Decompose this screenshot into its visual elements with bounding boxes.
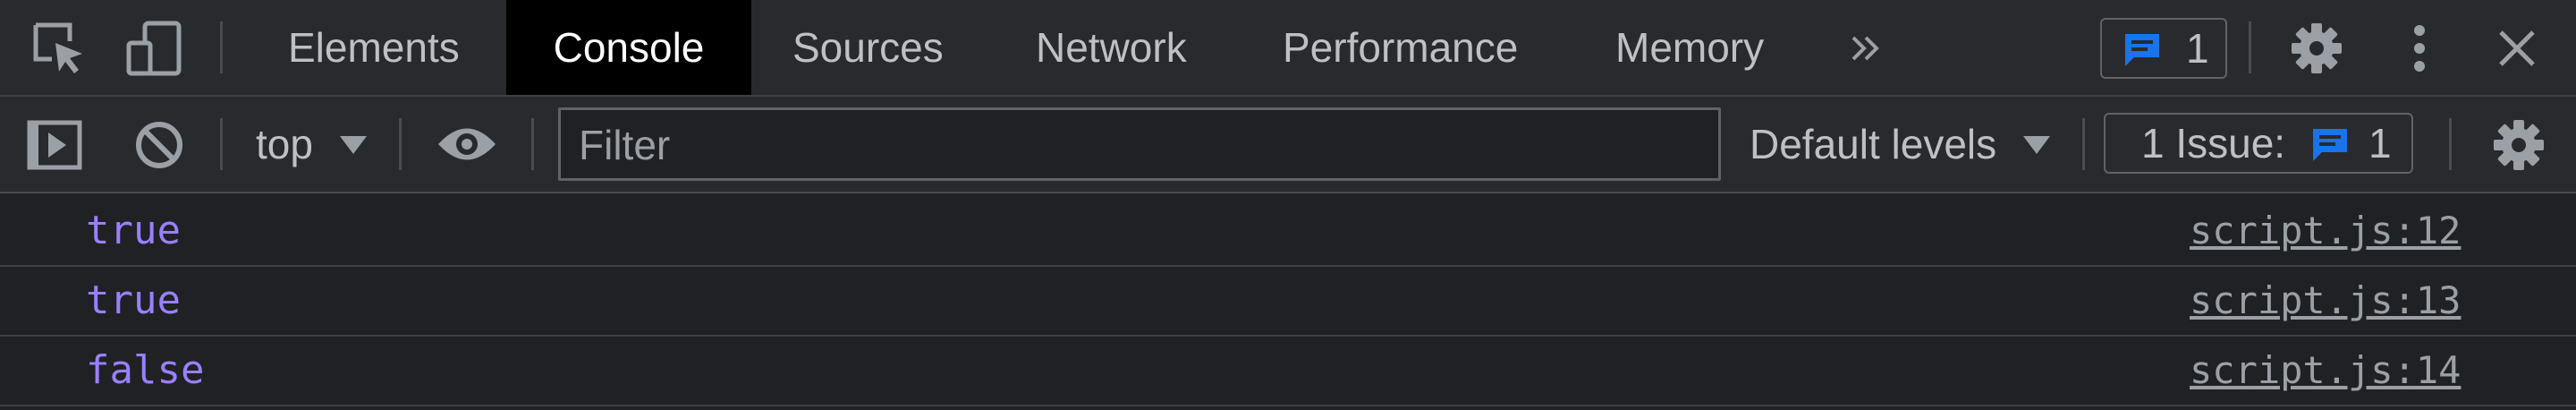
log-source-link[interactable]: script.js:13 <box>2190 267 2461 335</box>
toolbar-divider <box>2249 21 2251 73</box>
console-toolbar: top Filter Default levels 1 Issue: 1 <box>0 97 2576 193</box>
context-selector-label: top <box>256 121 313 167</box>
issues-button[interactable]: 1 Issue: 1 <box>2104 113 2413 174</box>
close-icon[interactable] <box>2497 29 2537 68</box>
messages-count: 1 <box>2186 25 2209 72</box>
toolbar-divider <box>2082 118 2085 170</box>
message-icon <box>2311 127 2349 163</box>
console-log-row: false script.js:14 <box>0 337 2576 406</box>
toolbar-divider <box>220 21 223 73</box>
messages-badge[interactable]: 1 <box>2100 18 2227 79</box>
console-log-row: true script.js:13 <box>0 267 2576 337</box>
message-icon <box>2123 32 2161 68</box>
tab-memory[interactable]: Memory <box>1592 0 1807 95</box>
clear-console-icon[interactable] <box>134 120 184 170</box>
more-tabs-icon[interactable] <box>1848 30 1884 66</box>
chevron-down-icon <box>2023 136 2050 154</box>
issues-label: 1 Issue: <box>2141 120 2286 167</box>
tab-network[interactable]: Network <box>1013 0 1218 95</box>
tab-elements[interactable]: Elements <box>259 0 492 95</box>
inspect-element-icon[interactable] <box>30 20 88 77</box>
devtools-tab-bar: Elements Console Sources Network Perform… <box>0 0 2576 97</box>
toolbar-divider <box>220 118 223 170</box>
log-levels-label: Default levels <box>1750 121 1997 167</box>
log-source-link[interactable]: script.js:12 <box>2190 197 2461 265</box>
console-log-row: true script.js:12 <box>0 197 2576 267</box>
toolbar-divider <box>399 118 402 170</box>
kebab-menu-icon[interactable] <box>2406 23 2433 73</box>
eye-icon[interactable] <box>436 124 497 165</box>
log-levels-dropdown[interactable]: Default levels <box>1750 97 2054 192</box>
settings-gear-icon[interactable] <box>2492 118 2546 172</box>
log-value: false <box>86 347 205 393</box>
log-value: true <box>86 208 181 253</box>
toolbar-divider <box>2449 118 2452 170</box>
log-source-link[interactable]: script.js:14 <box>2190 337 2461 405</box>
tab-performance[interactable]: Performance <box>1259 0 1546 95</box>
tab-sources[interactable]: Sources <box>769 0 966 95</box>
issues-count: 1 <box>2368 120 2392 167</box>
sidebar-toggle-icon[interactable] <box>27 120 82 170</box>
settings-gear-icon[interactable] <box>2290 21 2343 75</box>
filter-input[interactable]: Filter <box>558 107 1721 181</box>
context-selector[interactable]: top <box>256 97 372 192</box>
filter-placeholder: Filter <box>579 122 671 168</box>
tab-console[interactable]: Console <box>506 0 751 95</box>
device-toolbar-icon[interactable] <box>125 20 184 77</box>
log-value: true <box>86 278 181 323</box>
chevron-down-icon <box>340 136 367 154</box>
toolbar-divider <box>531 118 534 170</box>
